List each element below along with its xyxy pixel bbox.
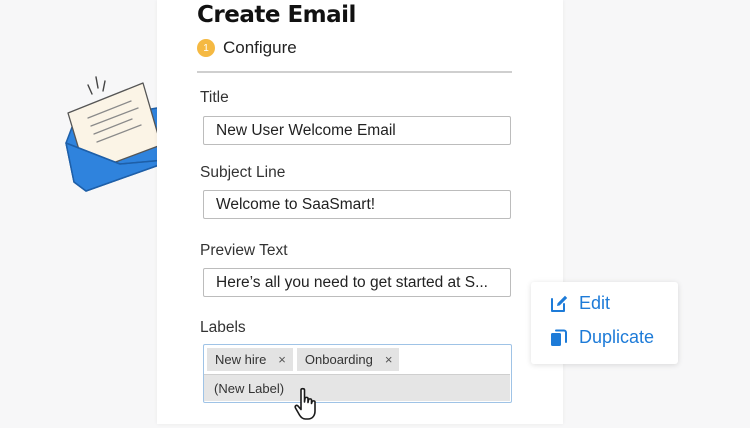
edit-label: Edit xyxy=(579,293,611,313)
hand-pointer-icon xyxy=(293,387,323,428)
step-label: Configure xyxy=(223,38,297,57)
title-input[interactable]: New User Welcome Email xyxy=(203,116,511,145)
label-chip-onboarding: Onboarding × xyxy=(296,348,400,371)
subject-field-label: Subject Line xyxy=(200,164,286,181)
divider xyxy=(197,71,512,73)
context-menu: Edit Duplicate xyxy=(531,282,678,364)
label-chips: New hire × Onboarding × xyxy=(207,348,403,371)
subject-input[interactable]: Welcome to SaaSmart! xyxy=(203,190,511,219)
preview-field-label: Preview Text xyxy=(200,242,288,259)
duplicate-icon xyxy=(551,329,567,346)
chip-label: Onboarding xyxy=(304,352,373,367)
preview-text-input[interactable]: Here’s all you need to get started at S.… xyxy=(203,268,511,297)
duplicate-label: Duplicate xyxy=(579,327,655,347)
title-field-label: Title xyxy=(200,89,229,106)
duplicate-menu-item[interactable]: Duplicate xyxy=(549,327,654,348)
edit-icon xyxy=(551,295,568,312)
create-email-panel: Create Email 1 Configure Title New User … xyxy=(157,0,563,424)
label-chip-new-hire: New hire × xyxy=(207,348,293,371)
chip-label: New hire xyxy=(215,352,267,367)
new-label-option[interactable]: (New Label) xyxy=(204,374,510,401)
labels-field-label: Labels xyxy=(200,319,246,336)
step-number-badge: 1 xyxy=(197,39,215,57)
labels-input[interactable]: New hire × Onboarding × (New Label) xyxy=(203,344,512,403)
edit-menu-item[interactable]: Edit xyxy=(549,293,610,314)
chip-remove-icon[interactable]: × xyxy=(385,352,393,367)
page-title: Create Email xyxy=(197,2,356,28)
chip-remove-icon[interactable]: × xyxy=(278,352,286,367)
step-indicator: 1 Configure xyxy=(197,38,297,58)
